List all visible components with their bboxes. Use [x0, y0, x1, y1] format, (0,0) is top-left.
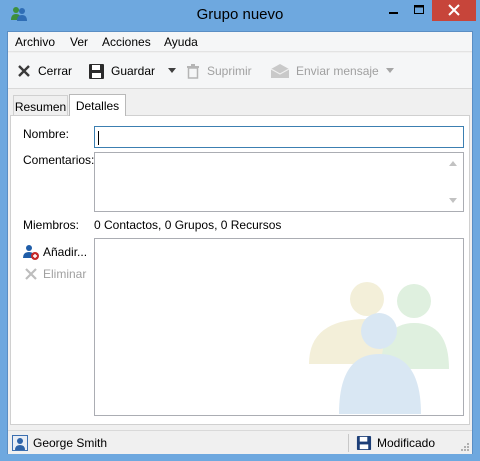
remove-x-icon — [25, 268, 37, 280]
remove-member-label: Eliminar — [43, 267, 87, 281]
save-button-label: Guardar — [111, 64, 156, 78]
maximize-button[interactable] — [406, 0, 432, 21]
trash-icon — [187, 64, 199, 79]
floppy-disk-icon — [89, 63, 104, 79]
tab-resumen-label: Resumen — [14, 100, 67, 114]
send-dropdown-arrow[interactable] — [386, 68, 394, 73]
resize-grip-icon[interactable] — [460, 442, 470, 452]
status-state: Modificado — [356, 435, 435, 451]
envelope-icon — [270, 64, 290, 78]
menu-archivo[interactable]: Archivo — [15, 35, 55, 49]
delete-button[interactable]: Suprimir — [185, 62, 252, 80]
close-button[interactable]: Cerrar — [16, 62, 72, 80]
send-message-button[interactable]: Enviar mensaje — [270, 62, 379, 80]
close-icon — [448, 4, 460, 16]
save-button[interactable]: Guardar — [88, 62, 155, 80]
status-bar: George Smith Modificado — [8, 430, 472, 454]
user-card-icon — [12, 435, 28, 451]
close-window-button[interactable] — [432, 0, 476, 21]
window-client-area: Archivo Ver Acciones Ayuda Cerrar Guarda… — [7, 31, 473, 454]
delete-button-label: Suprimir — [207, 64, 252, 78]
toolbar: Cerrar Guardar Suprimir Enviar mensaje — [8, 53, 472, 89]
comments-label: Comentarios: — [23, 153, 95, 167]
status-separator — [348, 434, 349, 452]
tab-detalles-label: Detalles — [75, 99, 120, 113]
remove-member-button[interactable]: Eliminar — [23, 266, 86, 282]
app-window: Grupo nuevo Archivo Ver Acciones Ayuda C… — [0, 0, 480, 461]
close-x-icon — [18, 65, 30, 77]
scroll-up-arrow[interactable] — [449, 161, 457, 166]
save-dropdown-arrow[interactable] — [168, 68, 176, 73]
status-user: George Smith — [12, 435, 107, 451]
send-message-label: Enviar mensaje — [296, 64, 379, 78]
minimize-button[interactable] — [380, 0, 406, 21]
name-label: Nombre: — [23, 127, 70, 141]
add-person-icon — [23, 245, 39, 260]
close-button-label: Cerrar — [38, 64, 73, 78]
add-member-label: Añadir... — [43, 245, 88, 259]
title-bar[interactable]: Grupo nuevo — [0, 0, 480, 31]
comments-field[interactable] — [94, 152, 464, 212]
menu-bar: Archivo Ver Acciones Ayuda — [8, 32, 472, 52]
status-user-name: George Smith — [33, 436, 108, 450]
tab-resumen[interactable]: Resumen — [13, 95, 68, 116]
details-panel: Nombre: Comentarios: Miembros: 0 Contact… — [10, 115, 470, 425]
floppy-disk-icon — [356, 435, 372, 451]
menu-ayuda[interactable]: Ayuda — [164, 35, 198, 49]
members-summary: 0 Contactos, 0 Grupos, 0 Recursos — [94, 218, 282, 232]
group-watermark-icon — [309, 282, 449, 414]
name-field[interactable] — [94, 126, 464, 148]
add-member-button[interactable]: Añadir... — [23, 244, 87, 260]
menu-acciones[interactable]: Acciones — [102, 35, 151, 49]
minimize-icon — [389, 12, 398, 14]
status-state-label: Modificado — [377, 436, 436, 450]
members-list[interactable] — [94, 238, 464, 416]
tab-detalles[interactable]: Detalles — [69, 94, 126, 116]
members-label: Miembros: — [23, 218, 80, 232]
maximize-icon — [414, 5, 424, 14]
menu-ver[interactable]: Ver — [70, 35, 88, 49]
text-caret — [98, 131, 99, 145]
scroll-down-arrow[interactable] — [449, 198, 457, 203]
